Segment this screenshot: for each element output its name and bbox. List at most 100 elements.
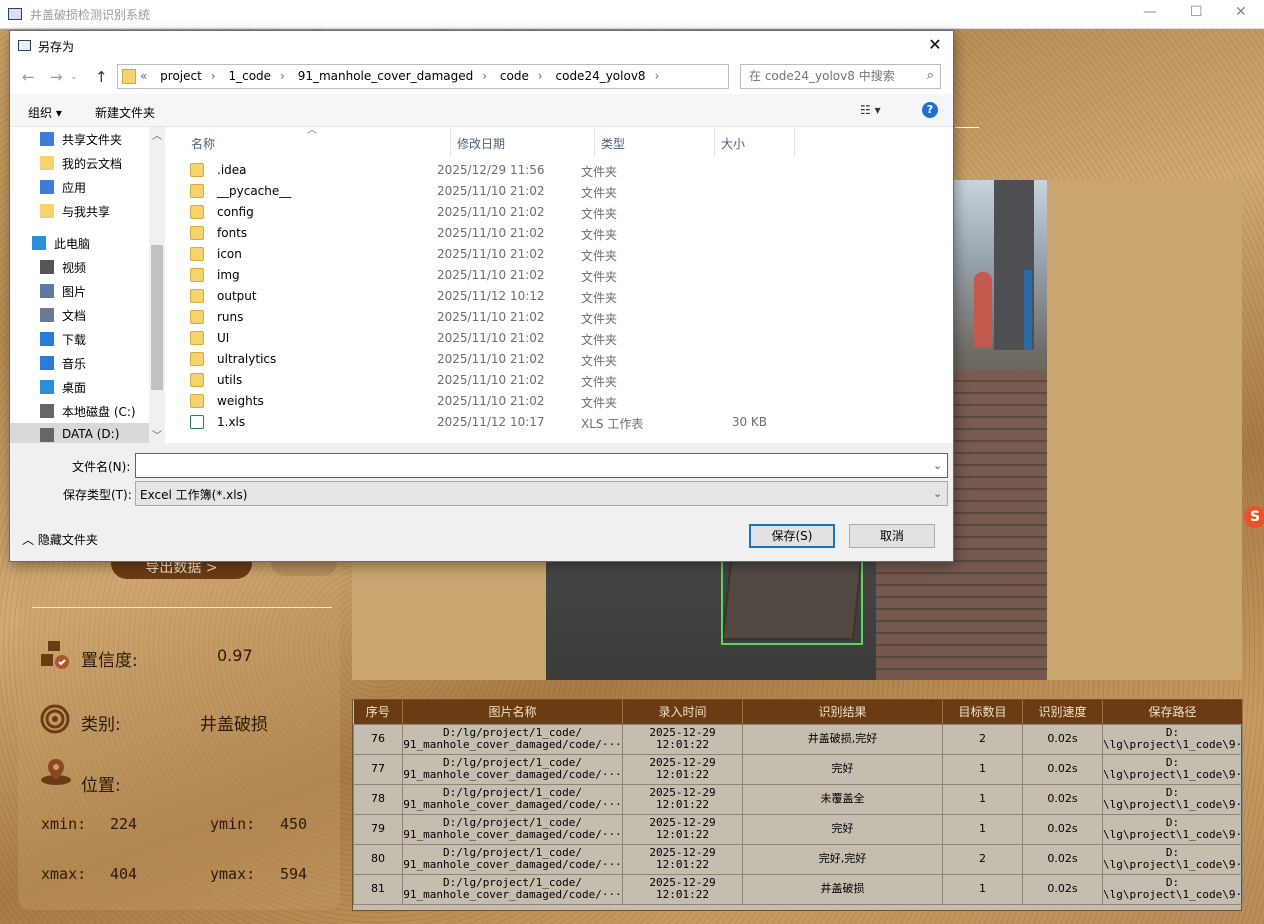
file-date: 2025/12/29 11:56 bbox=[437, 163, 545, 177]
back-arrow-icon[interactable]: ← bbox=[22, 68, 35, 86]
file-row[interactable]: ultralytics 2025/11/10 21:02 文件夹 bbox=[185, 349, 945, 370]
scrollbar-thumb[interactable] bbox=[151, 245, 163, 390]
table-row[interactable]: 77 D:/lg/project/1_code/ 91_manhole_cover… bbox=[353, 753, 1243, 785]
column-size[interactable]: 大小 bbox=[715, 127, 795, 157]
address-bar[interactable]: « project › 1_code › 91_manhole_cover_dama… bbox=[117, 64, 831, 89]
sidebar-item[interactable]: 音乐 bbox=[10, 351, 150, 375]
filename-input[interactable] bbox=[135, 453, 948, 478]
sidebar-item[interactable]: 应用 bbox=[10, 175, 150, 199]
close-icon[interactable]: ✕ bbox=[925, 35, 945, 54]
detection-speed-cell: 0.02s bbox=[1022, 723, 1103, 755]
cancel-button[interactable]: 取消 bbox=[849, 524, 935, 548]
image-name-cell: D:/lg/project/1_code/ 91_manhole_cover_d… bbox=[402, 873, 623, 905]
close-icon[interactable]: ✕ bbox=[1235, 4, 1247, 20]
chevron-down-icon[interactable]: ⌄ bbox=[933, 459, 942, 472]
search-icon[interactable]: ⌕ bbox=[927, 68, 934, 83]
column-header[interactable]: 保存路径 bbox=[1102, 700, 1243, 724]
detection-result-cell: 井盖破损 bbox=[742, 873, 943, 905]
scrollbar[interactable]: ︿ ﹀ bbox=[149, 127, 165, 443]
chevron-right-icon[interactable]: › bbox=[655, 69, 660, 83]
column-name[interactable]: 名称 bbox=[185, 127, 451, 157]
breadcrumb-item[interactable]: code24_yolov8 bbox=[556, 69, 646, 83]
desktop-icon bbox=[40, 380, 54, 394]
sidebar-item[interactable]: 图片 bbox=[10, 279, 150, 303]
detection-bounding-box bbox=[721, 557, 863, 645]
sidebar-item[interactable]: 桌面 bbox=[10, 375, 150, 399]
sidebar-item-label: 图片 bbox=[62, 285, 87, 299]
file-list[interactable]: ︿ 名称 修改日期 类型 大小 .idea 2025/12/29 11:56 文件夹… bbox=[165, 127, 953, 443]
sidebar-item[interactable]: 文档 bbox=[10, 303, 150, 327]
new-folder-button[interactable]: 新建文件夹 bbox=[95, 104, 155, 121]
overflow-chevron-icon[interactable]: « bbox=[140, 69, 147, 83]
file-row[interactable]: img 2025/11/10 21:02 文件夹 bbox=[185, 265, 945, 286]
xmin-label: xmin: bbox=[41, 815, 87, 833]
file-name: weights bbox=[217, 394, 264, 408]
help-icon[interactable]: ? bbox=[922, 102, 938, 118]
chevron-up-icon[interactable]: ︿ bbox=[152, 127, 162, 142]
column-header[interactable]: 序号 bbox=[353, 700, 403, 724]
view-options-icon[interactable]: ☷ ▾ bbox=[860, 103, 881, 117]
organize-button[interactable]: 组织 ▾ bbox=[28, 104, 62, 121]
file-row[interactable]: config 2025/11/10 21:02 文件夹 bbox=[185, 202, 945, 223]
save-button[interactable]: 保存(S) bbox=[749, 524, 835, 548]
chevron-down-icon[interactable]: ﹀ bbox=[152, 427, 162, 442]
download-icon bbox=[40, 332, 54, 346]
file-row[interactable]: runs 2025/11/10 21:02 文件夹 bbox=[185, 307, 945, 328]
column-header[interactable]: 识别结果 bbox=[742, 700, 943, 724]
minimize-icon[interactable]: — bbox=[1143, 4, 1157, 20]
sidebar-item[interactable]: 与我共享 bbox=[10, 199, 150, 223]
search-input[interactable] bbox=[749, 65, 919, 87]
chevron-right-icon[interactable]: › bbox=[538, 69, 543, 83]
breadcrumb[interactable]: « project › 1_code › 91_manhole_cover_dama… bbox=[140, 69, 668, 83]
column-header[interactable]: 识别速度 bbox=[1022, 700, 1103, 724]
hide-folders-toggle[interactable]: ︿ 隐藏文件夹 bbox=[22, 531, 98, 548]
file-row[interactable]: weights 2025/11/10 21:02 文件夹 bbox=[185, 391, 945, 412]
column-header[interactable]: 目标数目 bbox=[942, 700, 1023, 724]
hide-folders-label: 隐藏文件夹 bbox=[37, 533, 98, 547]
column-header[interactable]: 图片名称 bbox=[402, 700, 623, 724]
file-row[interactable]: fonts 2025/11/10 21:02 文件夹 bbox=[185, 223, 945, 244]
search-field[interactable]: ⌕ bbox=[740, 64, 941, 89]
file-row[interactable]: 1.xls 2025/11/12 10:17 XLS 工作表 30 KB bbox=[185, 412, 945, 433]
table-row[interactable]: 81 D:/lg/project/1_code/ 91_manhole_cover… bbox=[353, 873, 1243, 905]
file-row[interactable]: __pycache__ 2025/11/10 21:02 文件夹 bbox=[185, 181, 945, 202]
sidebar-item[interactable]: 共享文件夹 bbox=[10, 127, 150, 151]
up-arrow-icon[interactable]: ↑ bbox=[95, 68, 108, 86]
chevron-down-icon[interactable]: ⌄ bbox=[70, 72, 78, 82]
chevron-down-icon[interactable]: ⌄ bbox=[933, 487, 942, 500]
file-row[interactable]: utils 2025/11/10 21:02 文件夹 bbox=[185, 370, 945, 391]
file-row[interactable]: UI 2025/11/10 21:02 文件夹 bbox=[185, 328, 945, 349]
column-header[interactable]: 录入时间 bbox=[622, 700, 743, 724]
breadcrumb-item[interactable]: code bbox=[500, 69, 529, 83]
column-date[interactable]: 修改日期 bbox=[451, 127, 595, 157]
breadcrumb-item[interactable]: 91_manhole_cover_damaged bbox=[298, 69, 474, 83]
target-count-cell: 1 bbox=[942, 783, 1023, 815]
table-row[interactable]: 79 D:/lg/project/1_code/ 91_manhole_cover… bbox=[353, 813, 1243, 845]
chevron-right-icon[interactable]: › bbox=[211, 69, 216, 83]
chevron-right-icon[interactable]: › bbox=[482, 69, 487, 83]
file-row[interactable]: icon 2025/11/10 21:02 文件夹 bbox=[185, 244, 945, 265]
sidebar-item[interactable]: 本地磁盘 (C:) bbox=[10, 399, 150, 423]
sidebar-item[interactable]: 下载 bbox=[10, 327, 150, 351]
column-type[interactable]: 类型 bbox=[595, 127, 715, 157]
sidebar-item[interactable]: 视频 bbox=[10, 255, 150, 279]
forward-arrow-icon[interactable]: → bbox=[50, 68, 63, 86]
table-row[interactable]: 78 D:/lg/project/1_code/ 91_manhole_cover… bbox=[353, 783, 1243, 815]
filetype-select[interactable]: Excel 工作簿(*.xls) bbox=[135, 481, 948, 506]
file-date: 2025/11/10 21:02 bbox=[437, 373, 545, 387]
table-row[interactable]: 76 D:/lg/project/1_code/ 91_manhole_cover… bbox=[353, 723, 1243, 755]
results-table[interactable]: 序号 图片名称 录入时间 识别结果 目标数目 识别速度 保存路径 76 D:/lg… bbox=[352, 699, 1243, 911]
breadcrumb-item[interactable]: 1_code bbox=[228, 69, 271, 83]
save-path-cell: D: \lg\project\1_code\9··· bbox=[1102, 723, 1243, 755]
sidebar-item[interactable]: 此电脑 bbox=[10, 231, 150, 255]
breadcrumb-item[interactable]: project bbox=[160, 69, 202, 83]
chevron-right-icon[interactable]: › bbox=[280, 69, 285, 83]
table-row[interactable]: 80 D:/lg/project/1_code/ 91_manhole_cover… bbox=[353, 843, 1243, 875]
file-row[interactable]: .idea 2025/12/29 11:56 文件夹 bbox=[185, 160, 945, 181]
sidebar-item-label: 与我共享 bbox=[62, 205, 111, 219]
file-row[interactable]: output 2025/11/12 10:12 文件夹 bbox=[185, 286, 945, 307]
sidebar-item[interactable]: 我的云文档 bbox=[10, 151, 150, 175]
maximize-icon[interactable]: ☐ bbox=[1190, 4, 1203, 20]
file-date: 2025/11/10 21:02 bbox=[437, 352, 545, 366]
sidebar-item[interactable]: DATA (D:) bbox=[10, 423, 150, 443]
